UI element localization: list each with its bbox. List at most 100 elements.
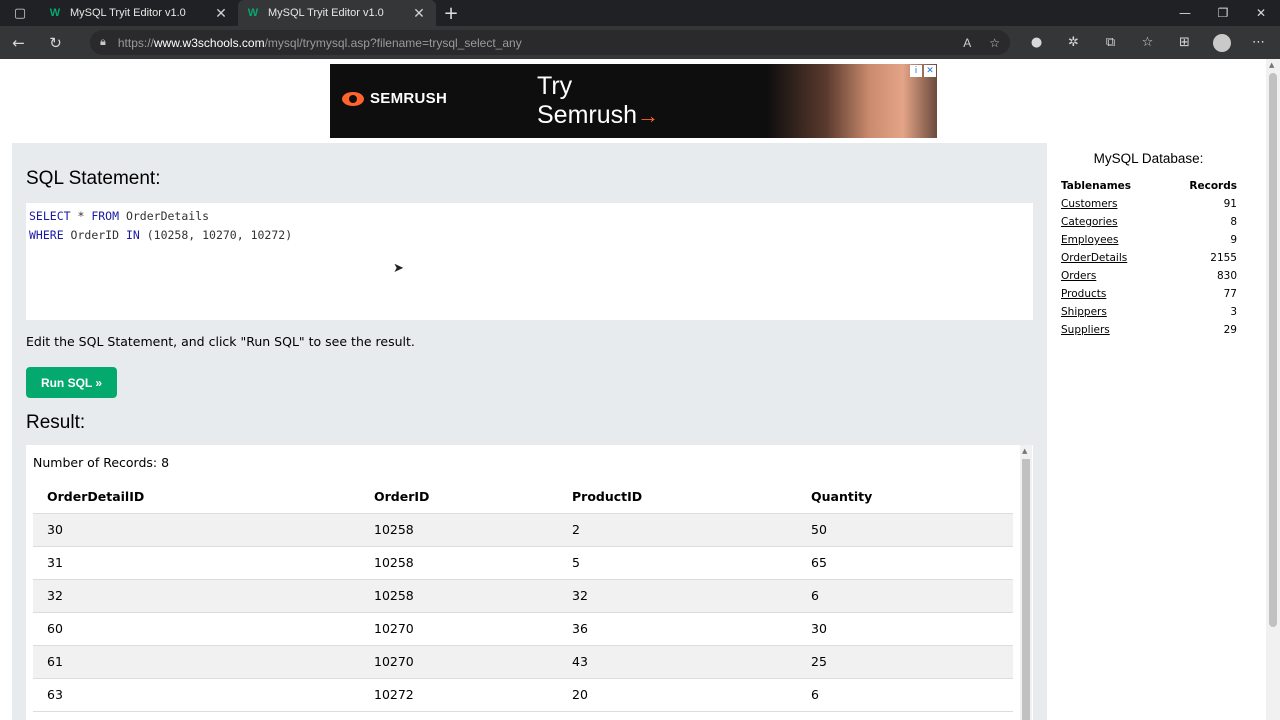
extensions-puzzle-icon[interactable]: ⧉ <box>1092 35 1129 50</box>
cell: 20 <box>558 678 797 712</box>
db-table-row: Orders 830 <box>1061 267 1237 285</box>
result-heading: Result: <box>26 412 86 433</box>
collections-icon[interactable]: ⊞ <box>1166 35 1203 50</box>
extension-icons: ● ✲ ⧉ ☆ ⊞ ⋯ <box>1018 26 1277 59</box>
address-bar[interactable]: 🔒︎ https://www.w3schools.com/mysql/trymy… <box>90 30 1010 55</box>
favorites-icon[interactable]: ☆ <box>1129 35 1166 50</box>
column-header: ProductID <box>558 480 797 514</box>
tab-actions-icon[interactable]: ▢ <box>0 0 40 26</box>
restore-icon[interactable]: ❐ <box>1204 0 1242 26</box>
db-table-row: Customers 91 <box>1061 195 1237 213</box>
page-scrollbar[interactable]: ▲ <box>1266 59 1280 720</box>
cell: 10258 <box>360 579 558 613</box>
profile-avatar[interactable] <box>1203 33 1240 52</box>
table-row: 60 10270 36 30 <box>33 612 1013 646</box>
editor-panel: SQL Statement: SELECT * FROM OrderDetail… <box>12 143 1047 720</box>
ad-info-icon[interactable]: i <box>910 65 922 77</box>
scroll-up-arrow-icon[interactable]: ▲ <box>1269 61 1274 69</box>
url-host: www.w3schools.com <box>153 35 265 50</box>
browser-tab-bar: ▢ W MySQL Tryit Editor v1.0 ✕ W MySQL Tr… <box>0 0 1280 26</box>
mouse-cursor-icon: ➤ <box>393 261 404 276</box>
cell: 50 <box>797 513 1013 547</box>
read-aloud-icon[interactable]: A <box>963 36 971 50</box>
run-sql-button[interactable]: Run SQL » <box>26 367 117 398</box>
cell: 61 <box>33 645 360 679</box>
cell: 63 <box>33 678 360 712</box>
table-link-categories[interactable]: Categories <box>1061 216 1118 228</box>
table-row: 31 10258 5 65 <box>33 546 1013 580</box>
record-count: 77 <box>1223 288 1237 300</box>
table-link-products[interactable]: Products <box>1061 288 1106 300</box>
tab-close-icon[interactable]: ✕ <box>412 5 426 22</box>
cell: 25 <box>797 645 1013 679</box>
semrush-flame-icon <box>342 91 364 106</box>
scrollbar-thumb[interactable] <box>1269 73 1277 627</box>
cell: 10270 <box>360 612 558 646</box>
minimize-icon[interactable]: — <box>1166 0 1204 26</box>
scroll-up-arrow-icon[interactable]: ▲ <box>1022 447 1027 455</box>
table-row: 32 10258 32 6 <box>33 579 1013 613</box>
tab-title: MySQL Tryit Editor v1.0 <box>70 7 186 19</box>
table-link-orderdetails[interactable]: OrderDetails <box>1061 252 1127 264</box>
cell: 5 <box>558 546 797 580</box>
table-link-customers[interactable]: Customers <box>1061 198 1117 210</box>
ad-arrow-icon: → <box>637 103 660 128</box>
record-count: 91 <box>1223 198 1237 210</box>
tab-title: MySQL Tryit Editor v1.0 <box>268 7 384 19</box>
w3schools-favicon-icon: W <box>247 7 259 19</box>
records-header: Records <box>1189 180 1237 192</box>
result-pane: Number of Records: 8 OrderDetailID Order… <box>26 445 1033 720</box>
table-link-suppliers[interactable]: Suppliers <box>1061 324 1110 336</box>
ad-close-icon[interactable]: ✕ <box>924 65 936 77</box>
cell: 6 <box>797 678 1013 712</box>
ad-choices: i ✕ <box>910 65 936 77</box>
code-line-2: WHERE OrderID IN (10258, 10270, 10272) <box>29 228 293 242</box>
cell: 65 <box>797 546 1013 580</box>
table-link-shippers[interactable]: Shippers <box>1061 306 1107 318</box>
record-count: 3 <box>1230 306 1237 318</box>
table-row: 63 10272 20 6 <box>33 678 1013 712</box>
database-tables-list: Tablenames Records Customers 91 Categorie… <box>1061 177 1237 339</box>
table-row: 61 10270 43 25 <box>33 645 1013 679</box>
cell: 31 <box>33 546 360 580</box>
ad-headline: Try Semrush→ <box>537 72 660 129</box>
db-table-row: Categories 8 <box>1061 213 1237 231</box>
back-arrow-icon[interactable]: ← <box>0 26 37 59</box>
cell: 10272 <box>360 678 558 712</box>
extension-icon[interactable]: ● <box>1018 35 1055 50</box>
new-tab-button[interactable]: + <box>436 0 466 26</box>
url-scheme: https:// <box>117 35 154 50</box>
cell: 30 <box>797 612 1013 646</box>
column-header: Quantity <box>797 480 1013 514</box>
column-header: OrderDetailID <box>33 480 360 514</box>
db-table-row: Employees 9 <box>1061 231 1237 249</box>
code-line-1: SELECT * FROM OrderDetails <box>29 209 210 223</box>
favorite-star-icon[interactable]: ☆ <box>989 36 1000 50</box>
close-window-icon[interactable]: ✕ <box>1242 0 1280 26</box>
cell: 10270 <box>360 645 558 679</box>
database-title: MySQL Database: <box>1093 151 1204 166</box>
refresh-icon[interactable]: ↻ <box>37 26 74 59</box>
browser-tab-1[interactable]: W MySQL Tryit Editor v1.0 ✕ <box>40 0 238 26</box>
sql-editor[interactable]: SELECT * FROM OrderDetails WHERE OrderID… <box>26 203 1033 320</box>
cell: 10258 <box>360 513 558 547</box>
w3schools-favicon-icon: W <box>49 7 61 19</box>
scrollbar-thumb[interactable] <box>1022 459 1030 720</box>
record-count: 8 <box>1230 216 1237 228</box>
table-row: 30 10258 2 50 <box>33 513 1013 547</box>
extension-gear-icon[interactable]: ✲ <box>1055 35 1092 50</box>
column-header: OrderID <box>360 480 558 514</box>
table-link-employees[interactable]: Employees <box>1061 234 1118 246</box>
browser-tab-2-active[interactable]: W MySQL Tryit Editor v1.0 ✕ <box>238 0 436 26</box>
tab-close-icon[interactable]: ✕ <box>214 5 228 22</box>
cell: 60 <box>33 612 360 646</box>
more-menu-icon[interactable]: ⋯ <box>1240 35 1277 50</box>
result-scrollbar[interactable]: ▲ <box>1020 445 1032 720</box>
result-table: OrderDetailID OrderID ProductID Quantity… <box>33 480 1013 712</box>
sql-statement-heading: SQL Statement: <box>26 168 161 189</box>
lock-icon[interactable]: 🔒︎ <box>100 36 106 49</box>
web-page: SEMRUSH Try Semrush→ i ✕ SQL Statement: … <box>0 59 1266 720</box>
semrush-ad-banner[interactable]: SEMRUSH Try Semrush→ i ✕ <box>330 64 937 138</box>
record-count: 830 <box>1216 270 1237 282</box>
table-link-orders[interactable]: Orders <box>1061 270 1096 282</box>
